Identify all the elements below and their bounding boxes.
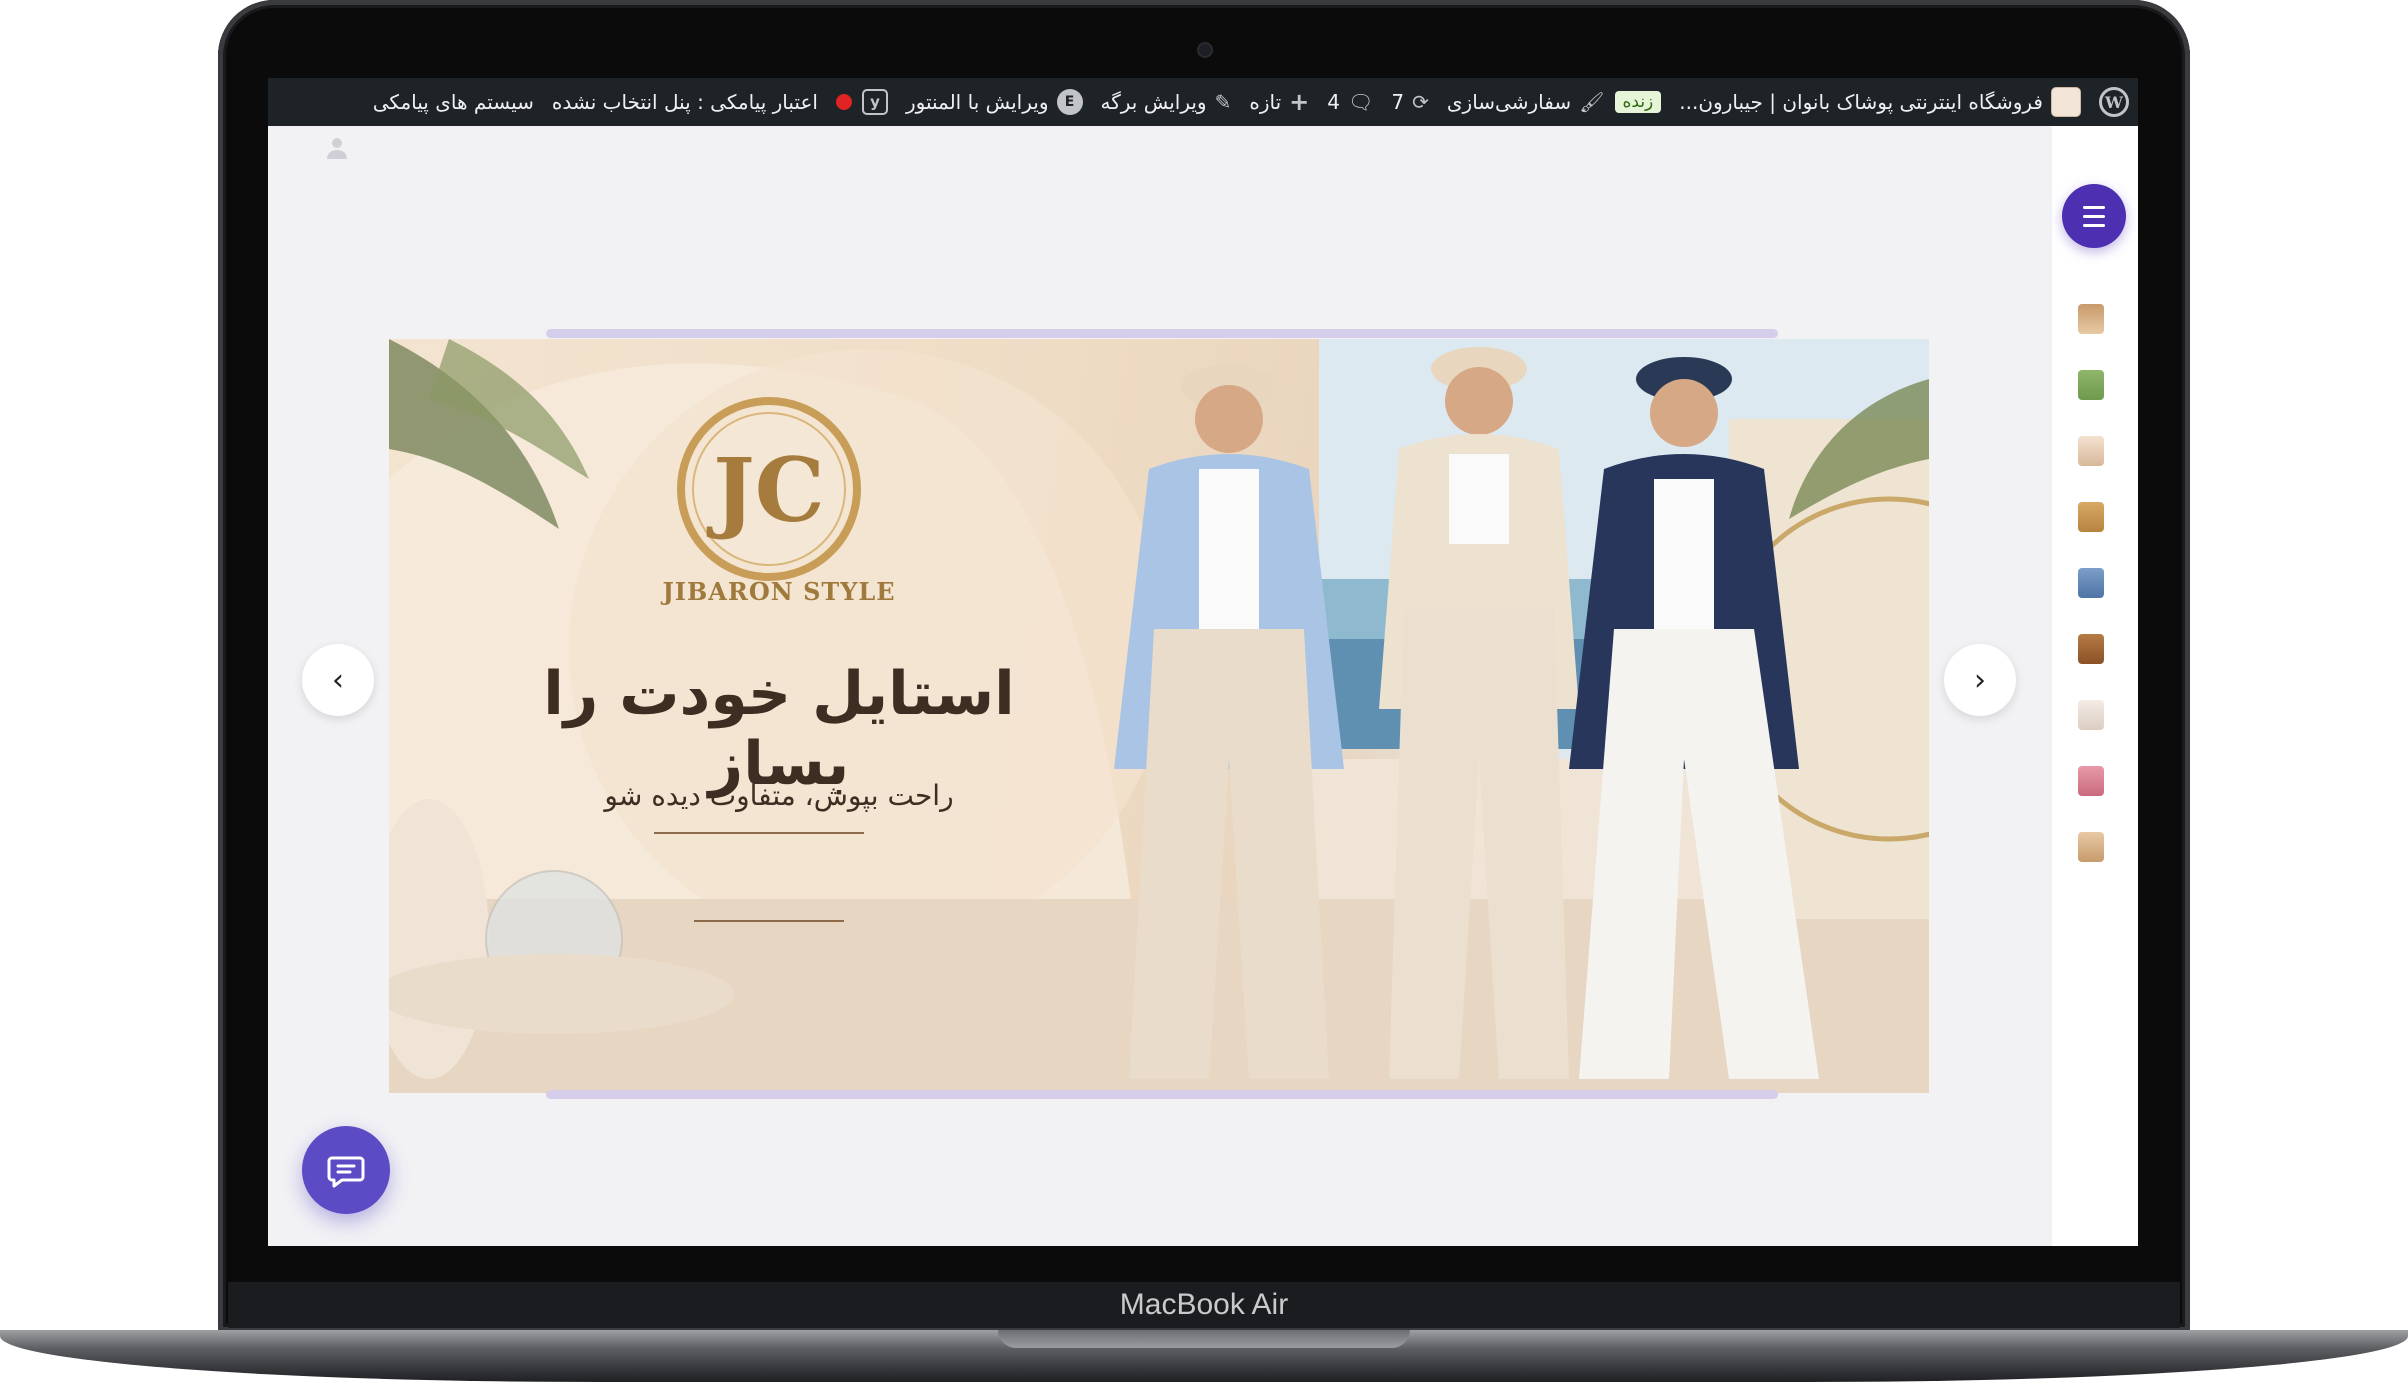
banner-headline: استایل خودت را بساز	[543, 659, 1015, 799]
sms-credit-label: اعتبار پیامکی : پنل انتخاب نشده	[551, 90, 818, 114]
edit-elementor-link[interactable]: E ویرایش با المنتور	[897, 78, 1092, 126]
sms-system-link[interactable]: سیستم های پیامکی	[364, 78, 543, 126]
site-name-link[interactable]: فروشگاه اینترنتی پوشاک بانوان | جیبارون.…	[1670, 78, 2090, 126]
seo-link[interactable]: y	[827, 78, 897, 126]
sidebar-thumb-skirt[interactable]	[2078, 634, 2104, 664]
wp-logo-button[interactable]: W	[2090, 78, 2138, 126]
pencil-icon: ✎	[1214, 90, 1232, 114]
camera-icon	[1199, 44, 1211, 56]
slider-prev-button[interactable]: ‹	[302, 644, 374, 716]
svg-text:JC: JC	[706, 438, 825, 542]
slider-frame-top	[546, 329, 1778, 338]
seo-status-dot	[835, 94, 852, 110]
live-badge: زنده	[1614, 91, 1662, 113]
elementor-icon: E	[1056, 89, 1083, 115]
slider-next-button[interactable]: ›	[1944, 644, 2016, 716]
edit-page-label: ویرایش برگه	[1100, 90, 1207, 114]
yoast-icon: y	[861, 89, 888, 115]
edit-page-link[interactable]: ✎ ویرایش برگه	[1092, 78, 1241, 126]
user-icon[interactable]	[326, 136, 348, 160]
brand-name: JIBARON STYLE	[662, 577, 896, 606]
new-label: تازه	[1249, 90, 1282, 114]
comment-icon: 🗨	[1348, 90, 1374, 114]
laptop-notch	[998, 1330, 1410, 1348]
updates-count: 7	[1391, 90, 1405, 114]
hero-banner[interactable]: JC JIBARON STYLE استایل خودت را بساز راح…	[389, 339, 1929, 1093]
slider-frame-bottom	[546, 1090, 1778, 1099]
sms-credit-link[interactable]: اعتبار پیامکی : پنل انتخاب نشده	[543, 78, 827, 126]
sidebar-thumb-bag[interactable]	[2078, 766, 2104, 796]
sidebar-thumb-blouse[interactable]	[2078, 700, 2104, 730]
sidebar-thumb-dress[interactable]	[2078, 370, 2104, 400]
customize-label: سفارشی‌سازی	[1446, 90, 1572, 114]
chat-button[interactable]	[302, 1126, 390, 1214]
customize-link[interactable]: زنده 🖌 سفارشی‌سازی	[1438, 78, 1670, 126]
comments-count: 4	[1327, 90, 1340, 114]
sidebar-thumb-jeans[interactable]	[2078, 568, 2104, 598]
site-icon	[2051, 87, 2081, 117]
device-label: MacBook Air	[1119, 1288, 1289, 1321]
screen: W فروشگاه اینترنتی پوشاک بانوان | جیبارو…	[268, 78, 2138, 1246]
banner-subline: راحت بپوش، متفاوت دیده شو	[604, 779, 954, 812]
admin-bar: W فروشگاه اینترنتی پوشاک بانوان | جیبارو…	[268, 78, 2138, 126]
plus-icon: +	[1289, 88, 1310, 116]
comments-link[interactable]: 🗨 4	[1318, 78, 1382, 126]
sidebar-thumb-top[interactable]	[2078, 304, 2104, 334]
product-sidebar	[2052, 126, 2138, 1246]
refresh-icon: ⟳	[1412, 90, 1429, 114]
chevron-left-icon: ‹	[332, 662, 344, 698]
chat-icon	[327, 1156, 365, 1188]
hamburger-icon	[2083, 205, 2105, 209]
site-name-label: فروشگاه اینترنتی پوشاک بانوان | جیبارون.…	[1679, 90, 2043, 114]
sms-system-label: سیستم های پیامکی	[372, 90, 534, 114]
sidebar-thumb-jacket[interactable]	[2078, 502, 2104, 532]
updates-link[interactable]: ⟳ 7	[1382, 78, 1438, 126]
menu-button[interactable]	[2062, 184, 2126, 248]
wordpress-icon: W	[2099, 87, 2129, 117]
chevron-right-icon: ›	[1974, 662, 1986, 698]
sidebar-thumb-shirt[interactable]	[2078, 436, 2104, 466]
brush-icon: 🖌	[1579, 90, 1605, 114]
sidebar-thumb-shoes[interactable]	[2078, 832, 2104, 862]
edit-elementor-label: ویرایش با المنتور	[905, 90, 1049, 114]
new-content-link[interactable]: + تازه	[1240, 78, 1318, 126]
